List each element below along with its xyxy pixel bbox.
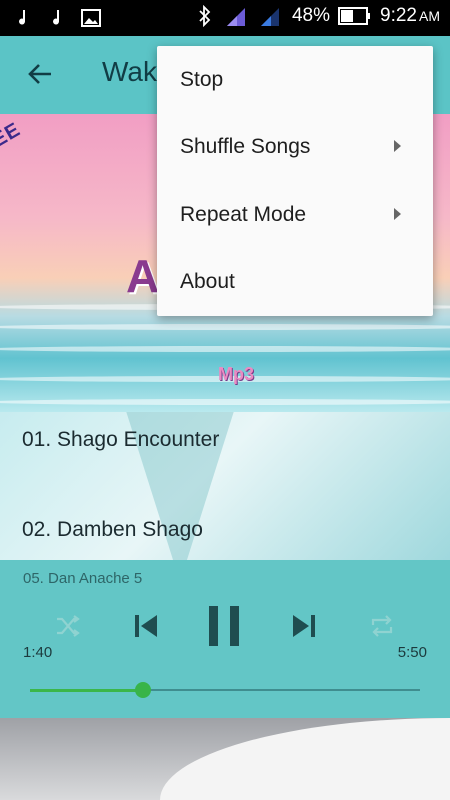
back-button[interactable] (20, 56, 60, 96)
shuffle-icon (55, 614, 81, 643)
bluetooth-icon (194, 5, 216, 27)
total-duration: 5:50 (397, 644, 427, 661)
submenu-arrow-icon (394, 140, 401, 152)
seek-bar-thumb[interactable] (135, 682, 152, 698)
menu-item-about[interactable]: About (157, 248, 433, 315)
pause-icon (206, 604, 242, 653)
list-item[interactable]: 02. Damben Shago (22, 518, 203, 542)
menu-item-label: About (180, 270, 235, 293)
next-button[interactable] (286, 608, 322, 648)
clock-suffix: AM (419, 8, 440, 24)
image-icon (80, 7, 102, 29)
battery-icon (338, 5, 372, 27)
signal-sim1-icon (224, 5, 250, 27)
background-image (0, 718, 450, 800)
song-list: 01. Shago Encounter 02. Damben Shago (0, 412, 450, 560)
banner-title-letter: A (126, 250, 160, 302)
signal-sim2-icon (258, 5, 284, 27)
repeat-button[interactable] (364, 610, 400, 646)
battery-percent: 48% (291, 5, 331, 26)
clock-time: 9:22 (380, 5, 417, 26)
now-playing-title: 05. Dan Anache 5 (23, 570, 143, 587)
banner-mp3-label: Mp3 (218, 364, 254, 384)
skip-next-icon (290, 612, 318, 645)
skip-previous-icon (132, 612, 160, 645)
overflow-menu: Stop Shuffle Songs Repeat Mode About (157, 46, 433, 316)
menu-item-label: Repeat Mode (180, 203, 307, 226)
menu-item-label: Stop (180, 68, 224, 91)
status-bar: 48% 9:22 AM (0, 0, 450, 36)
clock: 9:22 AM (380, 5, 440, 27)
seek-bar[interactable] (30, 682, 420, 698)
seek-bar-progress (30, 689, 144, 692)
elapsed-time: 1:40 (23, 644, 53, 661)
shuffle-button[interactable] (50, 610, 86, 646)
arrow-back-icon (27, 62, 53, 91)
previous-button[interactable] (128, 608, 164, 648)
menu-item-repeat-mode[interactable]: Repeat Mode (157, 181, 433, 248)
menu-item-shuffle-songs[interactable]: Shuffle Songs (157, 113, 433, 180)
repeat-icon (368, 613, 396, 644)
menu-item-label: Shuffle Songs (180, 135, 311, 158)
menu-item-stop[interactable]: Stop (157, 46, 433, 113)
list-item[interactable]: 01. Shago Encounter (22, 428, 219, 452)
music-note-icon (46, 7, 68, 29)
pause-button[interactable] (204, 604, 244, 652)
music-note-icon (12, 7, 34, 29)
banner-corner-label: REE (0, 118, 25, 160)
player-panel: 05. Dan Anache 5 1:40 5:50 (0, 560, 450, 718)
submenu-arrow-icon (394, 208, 401, 220)
